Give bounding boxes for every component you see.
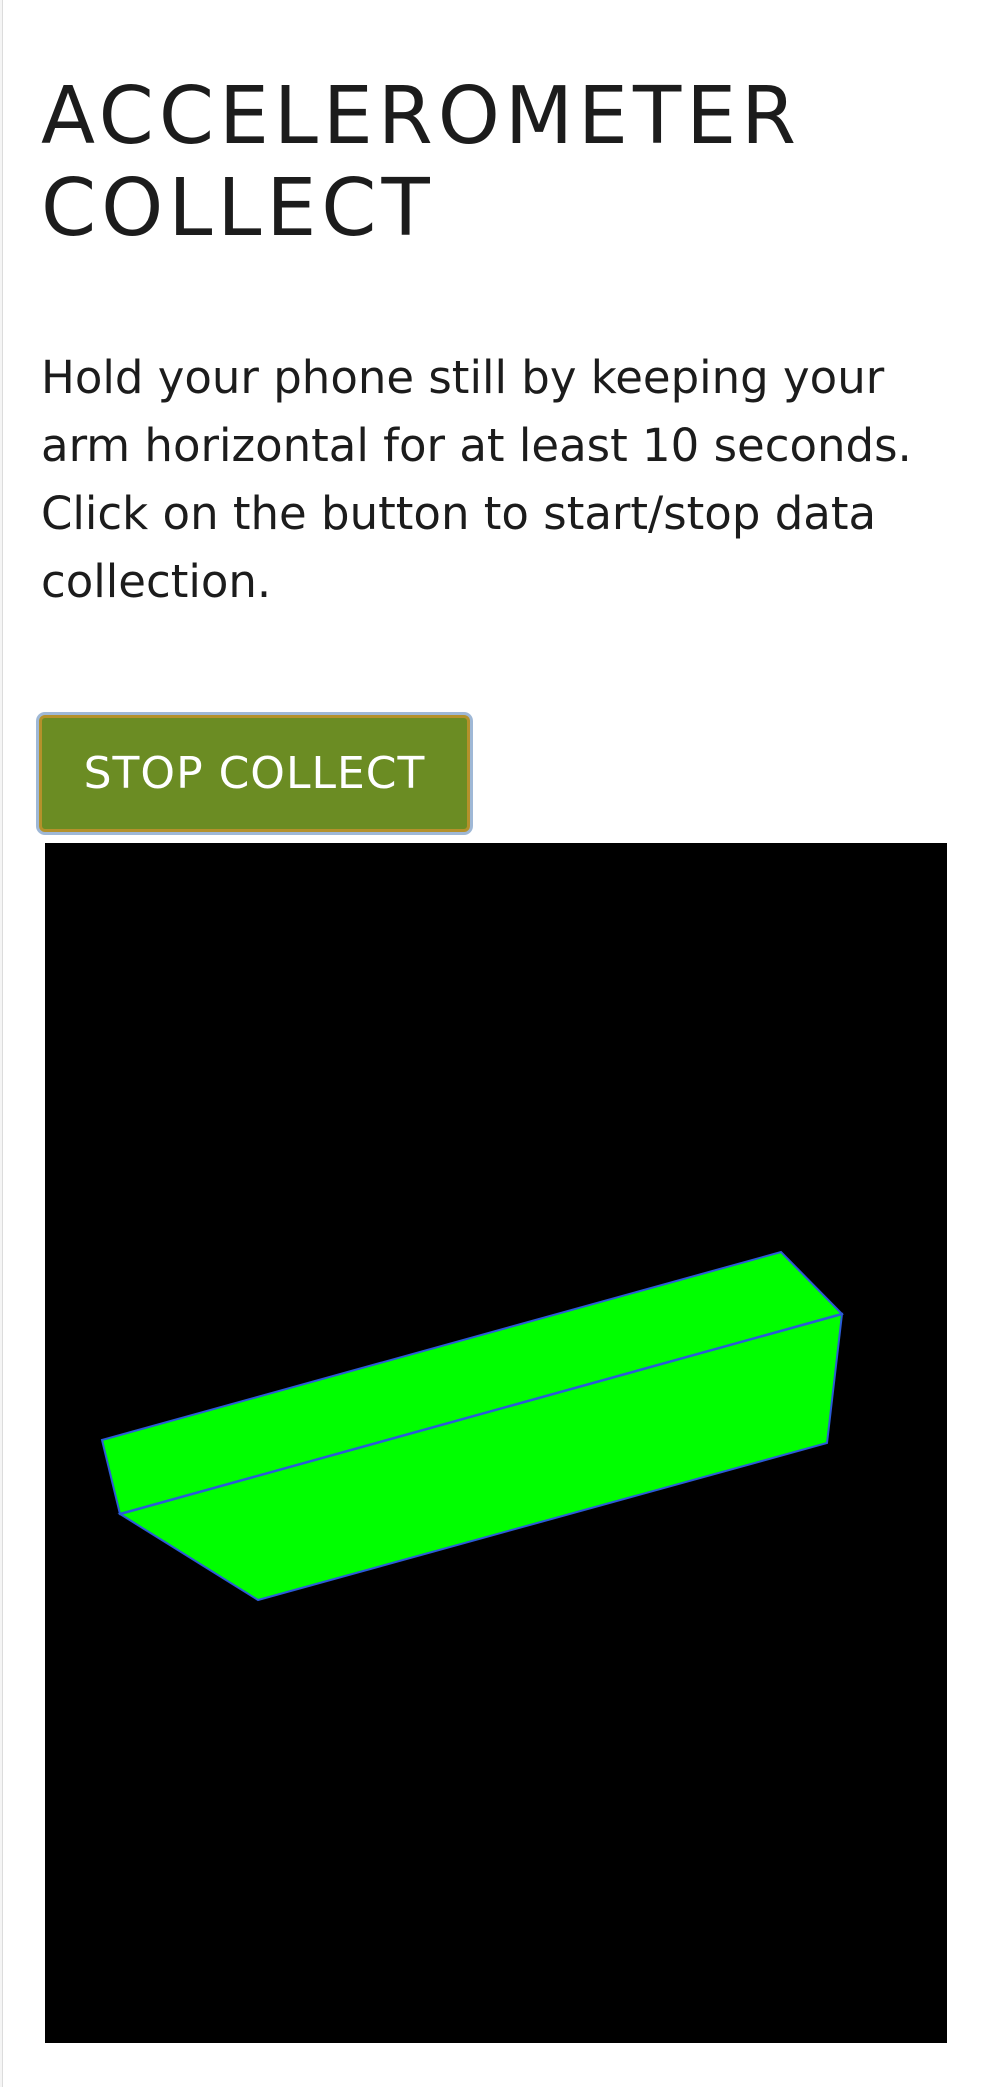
page-title-line-2: COLLECT [41, 162, 435, 254]
page-title: ACCELEROMETER COLLECT [41, 70, 941, 254]
stop-collect-button[interactable]: STOP COLLECT [39, 715, 470, 832]
orientation-box-scene [100, 1250, 844, 1602]
page-container: ACCELEROMETER COLLECT Hold your phone st… [2, 0, 987, 2087]
page-title-line-1: ACCELEROMETER [41, 70, 802, 162]
3d-orientation-viewer [45, 843, 947, 2043]
instructions-text: Hold your phone still by keeping your ar… [41, 351, 912, 608]
